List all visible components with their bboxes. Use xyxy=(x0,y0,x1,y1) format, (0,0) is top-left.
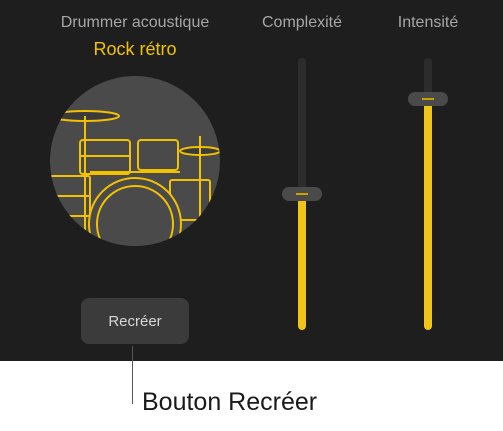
drummer-name: Drummer acoustique xyxy=(60,14,210,31)
drummer-style: Rock rétro xyxy=(93,39,177,59)
callout-label: Bouton Recréer xyxy=(142,388,318,416)
complexity-slider[interactable] xyxy=(282,58,322,330)
intensity-slider[interactable] xyxy=(408,58,448,330)
intensity-slider-thumb[interactable] xyxy=(408,91,448,106)
complexity-slider-fill xyxy=(298,194,306,330)
complexity-slider-thumb[interactable] xyxy=(282,187,322,201)
regenerate-button[interactable]: Recréer xyxy=(81,298,189,344)
drum-kit-icon[interactable] xyxy=(50,76,220,246)
complexity-label: Complexité xyxy=(261,14,343,31)
callout-line xyxy=(132,346,133,404)
intensity-slider-fill xyxy=(424,98,432,330)
intensity-label: Intensité xyxy=(397,14,459,31)
drummer-panel: Drummer acoustique Rock rétro Complexité… xyxy=(0,0,503,361)
